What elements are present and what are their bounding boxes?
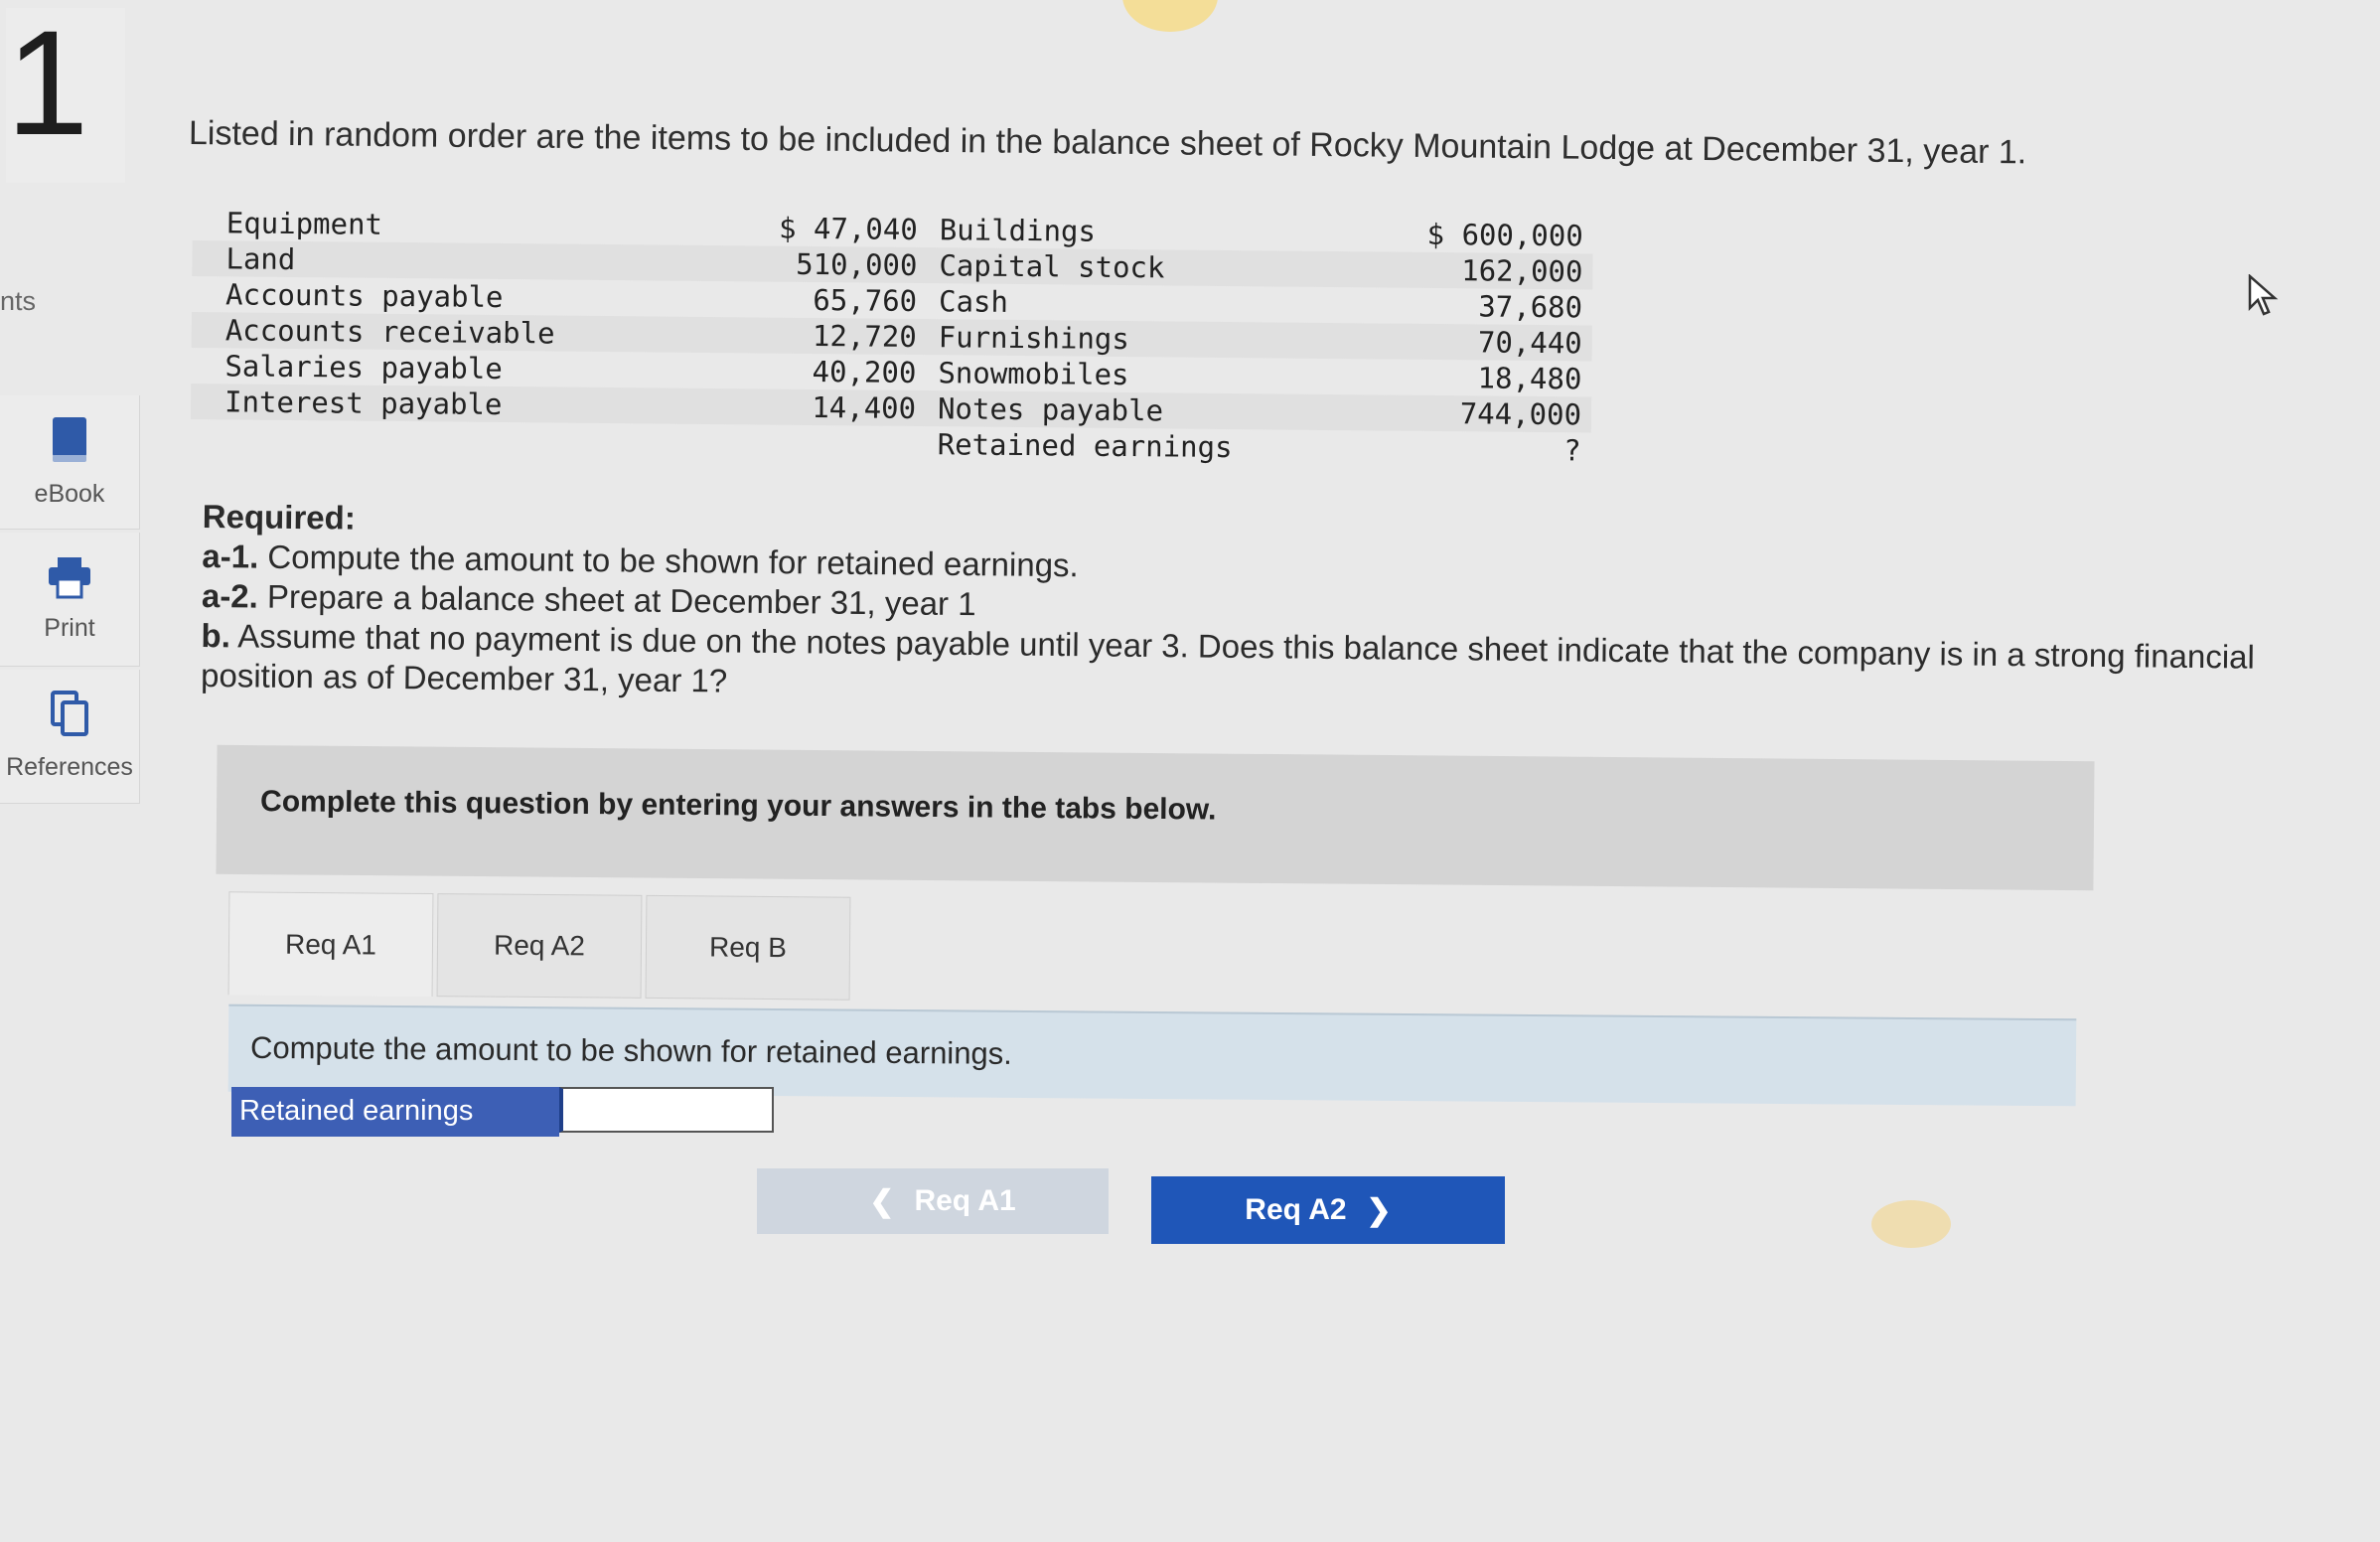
item-label: Accounts payable — [224, 277, 504, 315]
requirement-text: Compute the amount to be shown for retai… — [258, 538, 1079, 584]
item-label — [191, 437, 727, 442]
item-value: 14,400 — [812, 389, 917, 425]
references-label: References — [6, 753, 133, 781]
ebook-button[interactable]: eBook — [0, 395, 140, 530]
requirement-key: b. — [201, 616, 231, 655]
item-value: 744,000 — [1459, 396, 1582, 432]
item-value: 510,000 — [796, 246, 918, 283]
item-label: Salaries payable — [224, 349, 503, 386]
item-label: Equipment — [225, 206, 383, 241]
question-intro: Listed in random order are the items to … — [188, 114, 2027, 172]
requirement-key: a-2. — [201, 576, 259, 615]
tab-req-a1[interactable]: Req A1 — [227, 891, 434, 998]
item-value: 65,760 — [813, 282, 918, 319]
next-req-button[interactable]: Req A2 ❯ — [1151, 1176, 1505, 1244]
req-tabs: Req A1 Req A2 Req B — [227, 891, 855, 1001]
answer-row: Retained earnings — [231, 1087, 774, 1137]
next-req-label: Req A2 — [1245, 1193, 1347, 1226]
item-value — [727, 442, 916, 444]
item-label: Buildings — [939, 213, 1097, 248]
item-label: Land — [225, 241, 296, 276]
item-value: 12,720 — [812, 318, 917, 355]
book-icon — [49, 415, 90, 472]
item-value: $ 600,000 — [1426, 217, 1583, 253]
question-number: 1 — [6, 8, 125, 183]
item-label: Snowmobiles — [938, 356, 1129, 392]
printer-icon — [47, 555, 92, 606]
required-section: Required: a-1. Compute the amount to be … — [201, 497, 2289, 717]
item-value: $ 47,040 — [778, 211, 918, 247]
copy-pages-icon — [49, 691, 90, 745]
item-value: 18,480 — [1477, 361, 1582, 396]
retained-earnings-input[interactable] — [559, 1087, 774, 1133]
requirement-text: Prepare a balance sheet at December 31, … — [257, 577, 976, 623]
sidebar-cut-label: nts — [0, 286, 37, 316]
chevron-left-icon: ❮ — [869, 1184, 895, 1218]
prev-req-label: Req A1 — [914, 1184, 1016, 1217]
print-button[interactable]: Print — [0, 533, 140, 667]
item-value: 40,200 — [812, 354, 917, 389]
item-label: Cash — [938, 284, 1009, 319]
requirement-key: a-1. — [202, 537, 259, 575]
item-label: Accounts receivable — [224, 313, 555, 351]
item-label: Notes payable — [937, 391, 1164, 428]
balance-sheet-items: Equipment $ 47,040 Buildings $ 600,000 L… — [190, 205, 1593, 469]
tab-req-a2[interactable]: Req A2 — [436, 893, 643, 999]
chevron-right-icon: ❯ — [1366, 1193, 1392, 1227]
item-label: Capital stock — [939, 248, 1165, 285]
item-label: Retained earnings — [937, 427, 1233, 465]
light-glare — [1122, 0, 1218, 32]
item-label: Interest payable — [223, 385, 503, 421]
retained-earnings-label: Retained earnings — [231, 1087, 559, 1137]
item-value: 162,000 — [1461, 253, 1583, 289]
instruction-banner: Complete this question by entering your … — [216, 744, 2095, 891]
mouse-pointer-icon — [2247, 273, 2281, 323]
item-value: 70,440 — [1477, 325, 1582, 361]
item-value: ? — [1563, 433, 1581, 468]
item-label: Furnishings — [938, 320, 1129, 357]
tab-req-b[interactable]: Req B — [645, 894, 851, 1001]
ebook-label: eBook — [34, 480, 105, 508]
item-value: 37,680 — [1478, 289, 1583, 325]
prev-req-button[interactable]: ❮ Req A1 — [757, 1168, 1109, 1234]
references-button[interactable]: References — [0, 670, 140, 804]
light-glare — [1871, 1200, 1951, 1248]
print-label: Print — [44, 614, 95, 642]
